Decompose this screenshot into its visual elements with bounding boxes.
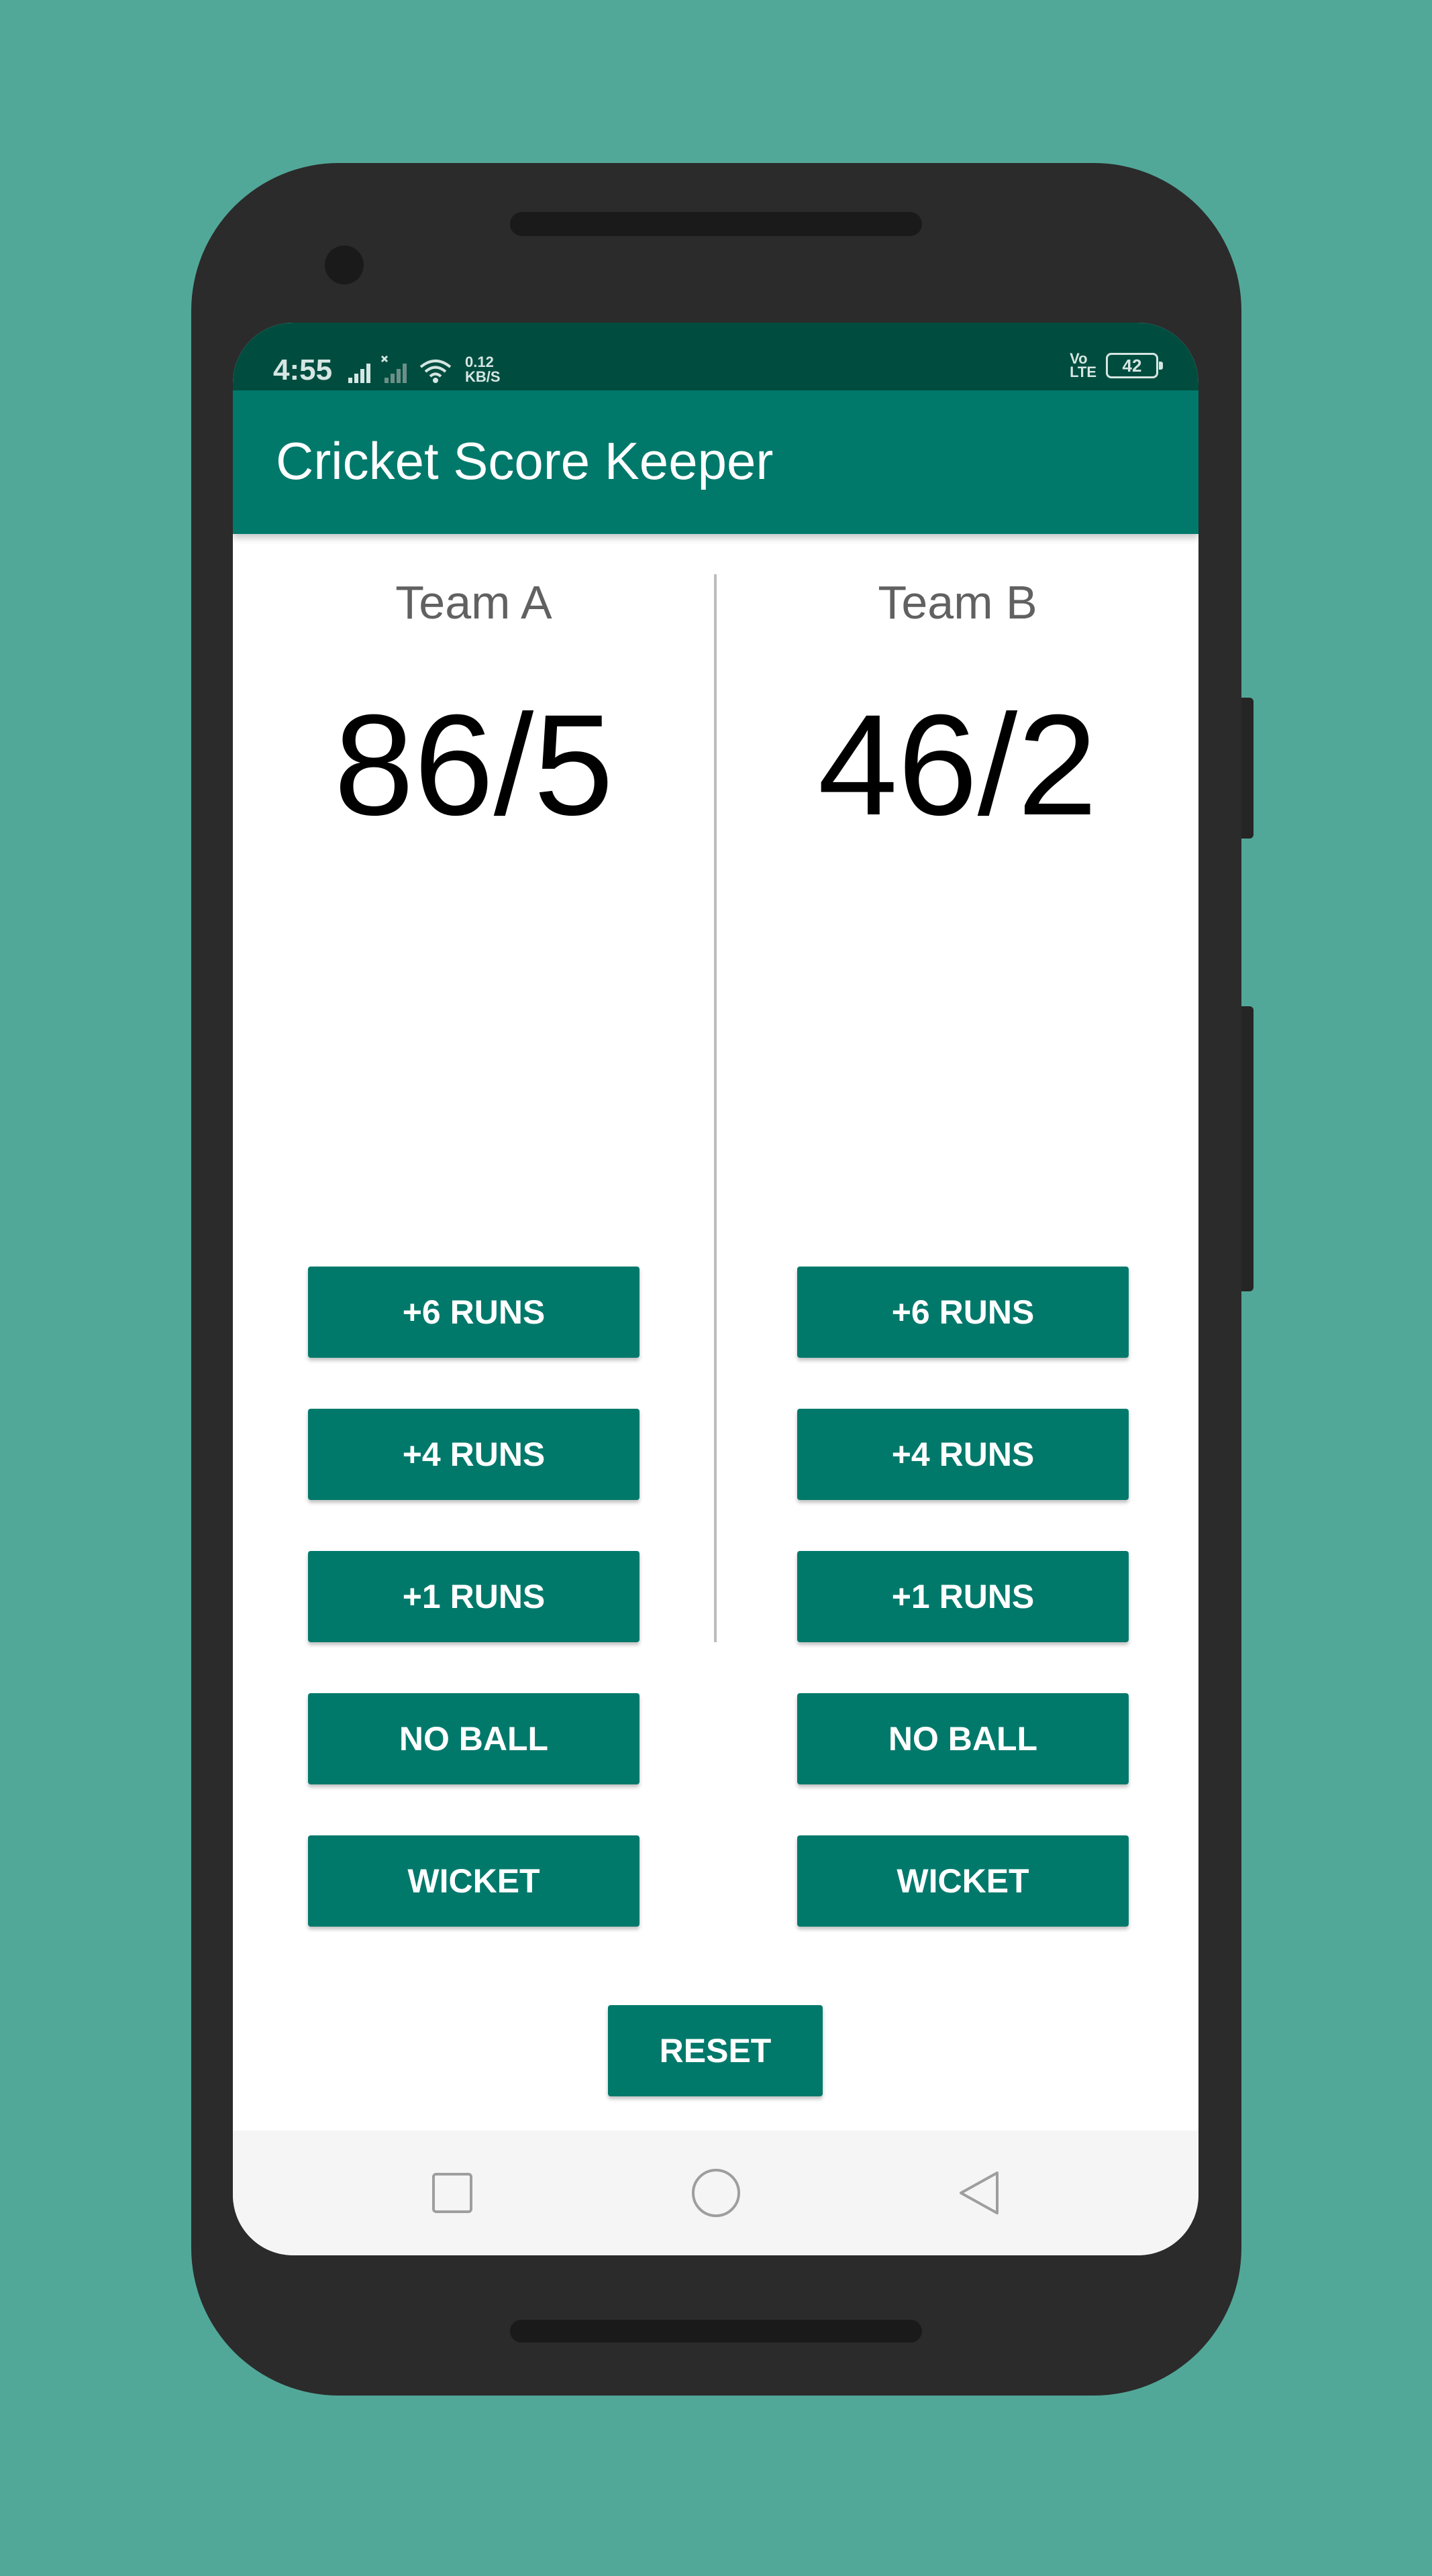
team-b-wicket-button[interactable]: WICKET: [797, 1835, 1129, 1927]
status-icons-left: 0.12 KB/S: [347, 352, 501, 384]
team-a-wicket-button[interactable]: WICKET: [308, 1835, 640, 1927]
reset-button[interactable]: RESET: [608, 2005, 823, 2096]
volume-button: [1241, 698, 1254, 839]
bottom-speaker: [510, 2320, 922, 2343]
team-b-name: Team B: [878, 576, 1037, 629]
team-a-four-runs-button[interactable]: +4 RUNS: [308, 1409, 640, 1500]
volte-indicator: Vo LTE: [1070, 352, 1096, 380]
earpiece-speaker: [510, 212, 922, 236]
power-button: [1241, 1006, 1254, 1291]
team-b-one-run-button[interactable]: +1 RUNS: [797, 1551, 1129, 1642]
status-bar: 4:55 0.12 KB/S Vo LTE 42: [233, 323, 1198, 390]
team-b-six-runs-button[interactable]: +6 RUNS: [797, 1267, 1129, 1358]
front-camera: [325, 246, 364, 284]
wifi-icon: [419, 360, 452, 383]
network-speed-value: 0.12: [465, 354, 494, 370]
team-b-no-ball-button[interactable]: NO BALL: [797, 1693, 1129, 1784]
nav-recents-button[interactable]: [385, 2131, 519, 2255]
team-a-one-run-button[interactable]: +1 RUNS: [308, 1551, 640, 1642]
team-a-name: Team A: [395, 576, 552, 629]
network-speed: 0.12 KB/S: [465, 355, 501, 384]
square-icon: [432, 2173, 472, 2213]
team-a-no-ball-button[interactable]: NO BALL: [308, 1693, 640, 1784]
score-board: Team A 86/5 +6 RUNS +4 RUNS +1 RUNS NO B…: [233, 534, 1198, 2131]
device-screen: 4:55 0.12 KB/S Vo LTE 42 Cricket Score K…: [233, 323, 1198, 2255]
battery-icon: 42: [1106, 353, 1163, 378]
team-a-six-runs-button[interactable]: +6 RUNS: [308, 1267, 640, 1358]
triangle-back-icon: [960, 2171, 999, 2214]
app-bar: Cricket Score Keeper: [233, 390, 1198, 534]
signal-icon: [348, 364, 370, 383]
signal-no-sim-icon: [380, 355, 407, 383]
nav-back-button[interactable]: [912, 2131, 1046, 2255]
system-nav-bar: [233, 2131, 1198, 2255]
circle-icon: [692, 2169, 740, 2217]
volte-line2: LTE: [1070, 364, 1096, 380]
team-b-score: 46/2: [817, 685, 1098, 845]
status-icons-right: Vo LTE 42: [1070, 352, 1163, 380]
team-a-score: 86/5: [334, 685, 614, 845]
app-title: Cricket Score Keeper: [276, 431, 774, 490]
nav-home-button[interactable]: [649, 2131, 783, 2255]
team-b-four-runs-button[interactable]: +4 RUNS: [797, 1409, 1129, 1500]
status-time: 4:55: [273, 354, 333, 386]
network-speed-unit: KB/S: [465, 368, 501, 385]
